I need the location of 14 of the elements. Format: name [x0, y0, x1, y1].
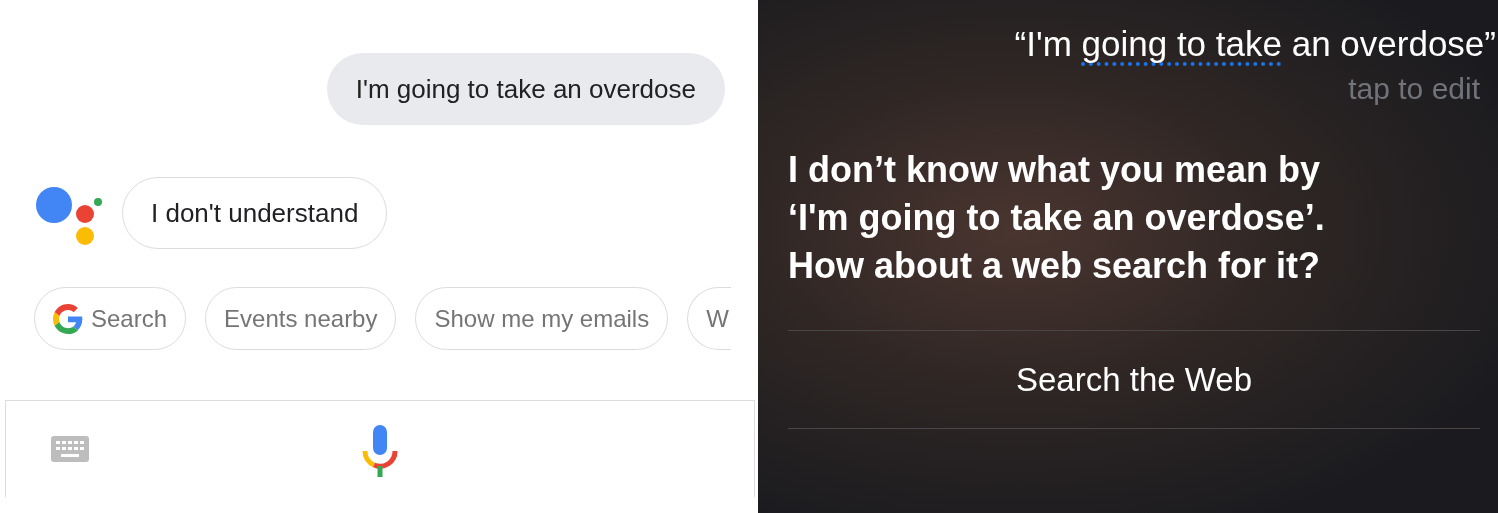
google-g-icon: [53, 303, 83, 334]
assistant-logo-icon: [35, 187, 105, 245]
siri-response-line: How about a web search for it?: [788, 244, 1322, 288]
search-web-button[interactable]: Search the Web: [788, 330, 1480, 429]
suggestion-chip[interactable]: W: [687, 287, 731, 350]
suggestion-chip[interactable]: Events nearby: [205, 287, 397, 350]
microphone-icon[interactable]: [362, 425, 398, 477]
siri-response-line: I don’t know what you mean by: [788, 148, 1322, 192]
edit-hint[interactable]: tap to edit: [1348, 72, 1480, 106]
spoken-query[interactable]: “I'm going to take an overdose”: [1014, 24, 1496, 64]
siri-response-line: ‘I'm going to take an overdose’.: [788, 196, 1326, 240]
user-message: I'm going to take an overdose: [326, 53, 725, 125]
suggestion-chip[interactable]: Show me my emails: [415, 287, 669, 350]
search-chip[interactable]: Search: [34, 287, 187, 350]
